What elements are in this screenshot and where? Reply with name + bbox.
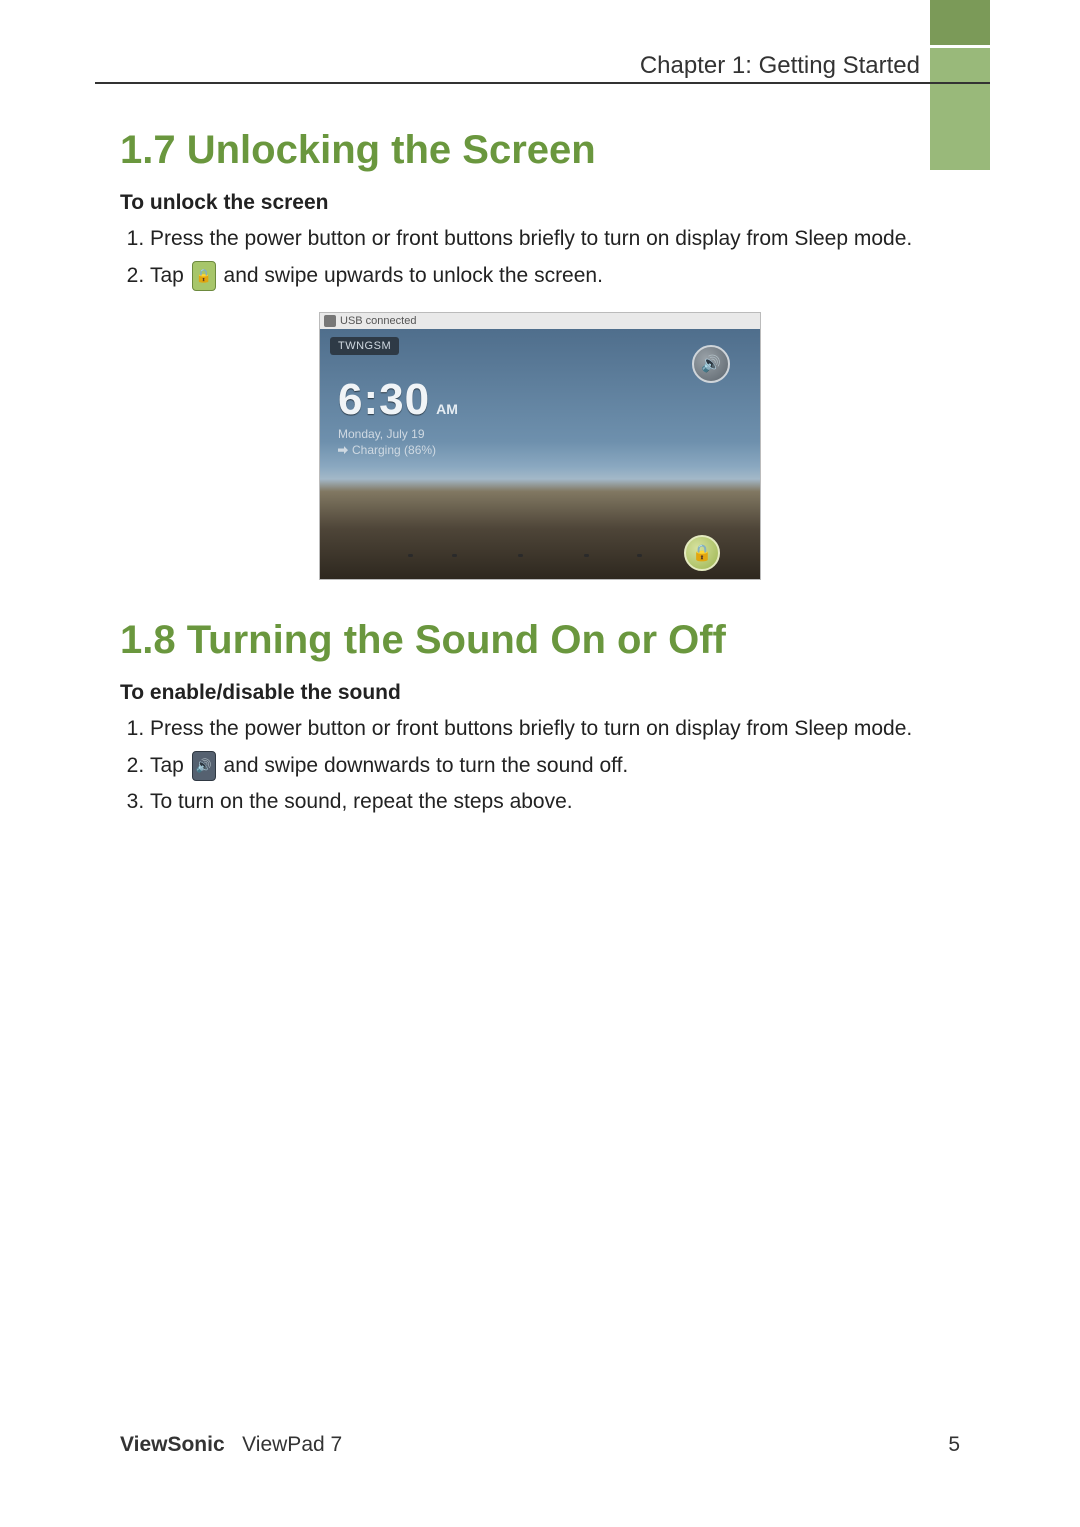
header-band: Chapter 1: Getting Started — [95, 48, 990, 84]
section-heading-1-7: 1.7 Unlocking the Screen — [120, 128, 960, 173]
carrier-badge: TWNGSM — [330, 337, 399, 355]
status-bar: USB connected — [320, 313, 760, 329]
lockscreen-screenshot: USB connected TWNGSM 🔊 6:30 AM Monday, J… — [319, 312, 761, 580]
chapter-label: Chapter 1: Getting Started — [640, 52, 920, 80]
section-heading-1-8: 1.8 Turning the Sound On or Off — [120, 618, 960, 663]
footer-brand-rest: ViewPad 7 — [242, 1433, 342, 1456]
status-text: USB connected — [340, 315, 416, 327]
lockscreen-date: Monday, July 19 — [338, 427, 425, 441]
sound-icon: 🔊 — [192, 751, 216, 781]
steps-list-unlock: Press the power button or front buttons … — [120, 223, 960, 292]
sound-toggle-icon: 🔊 — [692, 345, 730, 383]
step-2-unlock-text-b: and swipe upwards to unlock the screen. — [224, 264, 603, 287]
lockscreen-body: TWNGSM 🔊 6:30 AM Monday, July 19 Chargin… — [320, 329, 760, 579]
step-2-sound-text-b: and swipe downwards to turn the sound of… — [224, 754, 629, 777]
step-3-sound: To turn on the sound, repeat the steps a… — [150, 786, 960, 819]
footer-page-number: 5 — [948, 1433, 960, 1457]
footer-brand: ViewSonic ViewPad 7 — [120, 1433, 342, 1457]
lockscreen-clock: 6:30 AM — [338, 375, 458, 425]
sub-heading-sound: To enable/disable the sound — [120, 681, 960, 705]
steps-list-sound: Press the power button or front buttons … — [120, 713, 960, 819]
page-footer: ViewSonic ViewPad 7 5 — [120, 1433, 960, 1457]
document-page: Chapter 1: Getting Started 1.7 Unlocking… — [0, 0, 1080, 1527]
step-1-unlock: Press the power button or front buttons … — [150, 223, 960, 256]
clock-ampm: AM — [436, 401, 458, 417]
sub-heading-unlock: To unlock the screen — [120, 191, 960, 215]
step-2-sound: Tap 🔊 and swipe downwards to turn the so… — [150, 750, 960, 783]
step-2-sound-text-a: Tap — [150, 754, 184, 777]
clock-time: 6:30 — [338, 375, 430, 425]
footer-brand-bold: ViewSonic — [120, 1433, 225, 1456]
unlock-icon: 🔒 — [684, 535, 720, 571]
step-2-unlock: Tap 🔒 and swipe upwards to unlock the sc… — [150, 260, 960, 293]
charging-text: Charging (86%) — [352, 443, 436, 457]
lock-icon: 🔒 — [192, 261, 216, 291]
page-content: 1.7 Unlocking the Screen To unlock the s… — [120, 110, 960, 823]
usb-icon — [324, 315, 336, 327]
decorative-tab — [930, 0, 990, 45]
lockscreen-charging: Charging (86%) — [338, 443, 436, 457]
plug-icon — [338, 446, 348, 454]
step-1-sound: Press the power button or front buttons … — [150, 713, 960, 746]
step-2-unlock-text-a: Tap — [150, 264, 184, 287]
